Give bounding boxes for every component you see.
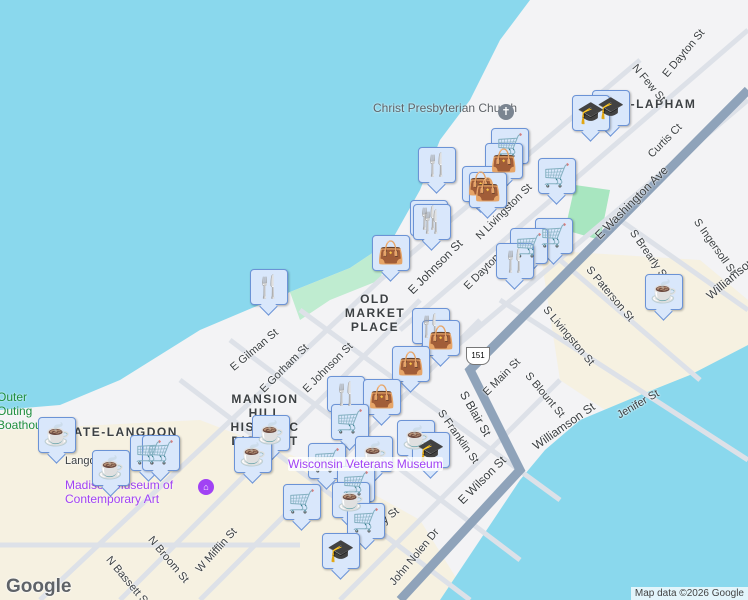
- museum-icon[interactable]: ⌂: [198, 479, 214, 495]
- shopping-marker[interactable]: 👜: [469, 172, 507, 208]
- museum-label[interactable]: Madison Museum of Contemporary Art: [65, 478, 205, 506]
- veterans-label[interactable]: Wisconsin Veterans Museum: [288, 457, 443, 471]
- restaurant-marker[interactable]: 🍴: [496, 243, 534, 279]
- church-icon[interactable]: ✝: [498, 104, 514, 120]
- shopping-bag-icon: 👜: [474, 177, 502, 202]
- restaurant-marker[interactable]: 🍴: [413, 204, 451, 240]
- graduation-cap-icon: 🎓: [327, 538, 355, 563]
- fork-knife-icon: 🍴: [501, 248, 529, 273]
- map-attribution[interactable]: Map data ©2026 Google: [630, 587, 748, 600]
- area-old-market: OLD MARKET PLACE: [344, 292, 406, 334]
- coffee-cup-icon: ☕: [650, 279, 678, 304]
- shopping-bag-icon: 👜: [427, 325, 455, 350]
- cart-icon: 🛒: [336, 409, 364, 434]
- shopping-marker[interactable]: 👜: [363, 379, 401, 415]
- route-151-shield: 151: [466, 347, 490, 365]
- grocery-marker[interactable]: 🛒: [283, 484, 321, 520]
- graduation-cap-icon: 🎓: [577, 100, 605, 125]
- cafe-marker[interactable]: ☕: [38, 417, 76, 453]
- fork-knife-icon: 🍴: [423, 152, 451, 177]
- cafe-marker[interactable]: ☕: [92, 450, 130, 486]
- cafe-marker[interactable]: ☕: [234, 437, 272, 473]
- shopping-bag-icon: 👜: [377, 240, 405, 265]
- cart-icon: 🛒: [288, 489, 316, 514]
- shopping-bag-icon: 👜: [368, 384, 396, 409]
- cart-icon: 🛒: [540, 223, 568, 248]
- map-canvas[interactable]: Christ Presbyterian Church ✝ Outer Outin…: [0, 0, 748, 600]
- church-label[interactable]: Christ Presbyterian Church: [373, 101, 517, 115]
- shopping-marker[interactable]: 👜: [372, 235, 410, 271]
- shopping-marker[interactable]: 👜: [422, 320, 460, 356]
- shopping-bag-icon: 👜: [397, 351, 425, 376]
- school-marker[interactable]: 🎓: [322, 533, 360, 569]
- restaurant-marker[interactable]: 🍴: [250, 269, 288, 305]
- restaurant-marker[interactable]: 🍴: [418, 147, 456, 183]
- grocery-marker[interactable]: 🛒: [347, 503, 385, 539]
- cafe-marker[interactable]: ☕: [645, 274, 683, 310]
- grocery-marker[interactable]: 🛒: [331, 404, 369, 440]
- fork-knife-icon: 🍴: [332, 381, 360, 406]
- shopping-marker[interactable]: 👜: [392, 346, 430, 382]
- coffee-cup-icon: ☕: [43, 422, 71, 447]
- fork-knife-icon: 🍴: [418, 209, 446, 234]
- school-marker[interactable]: 🎓: [572, 95, 610, 131]
- grocery-marker[interactable]: 🛒: [142, 435, 180, 471]
- cart-icon: 🛒: [543, 163, 571, 188]
- cart-icon: 🛒: [352, 508, 380, 533]
- restaurant-marker[interactable]: 🍴: [327, 376, 365, 412]
- grocery-marker[interactable]: 🛒: [538, 158, 576, 194]
- coffee-cup-icon: ☕: [239, 442, 267, 467]
- google-logo: Google: [6, 576, 72, 597]
- cart-icon: 🛒: [147, 440, 175, 465]
- coffee-cup-icon: ☕: [97, 455, 125, 480]
- fork-knife-icon: 🍴: [255, 274, 283, 299]
